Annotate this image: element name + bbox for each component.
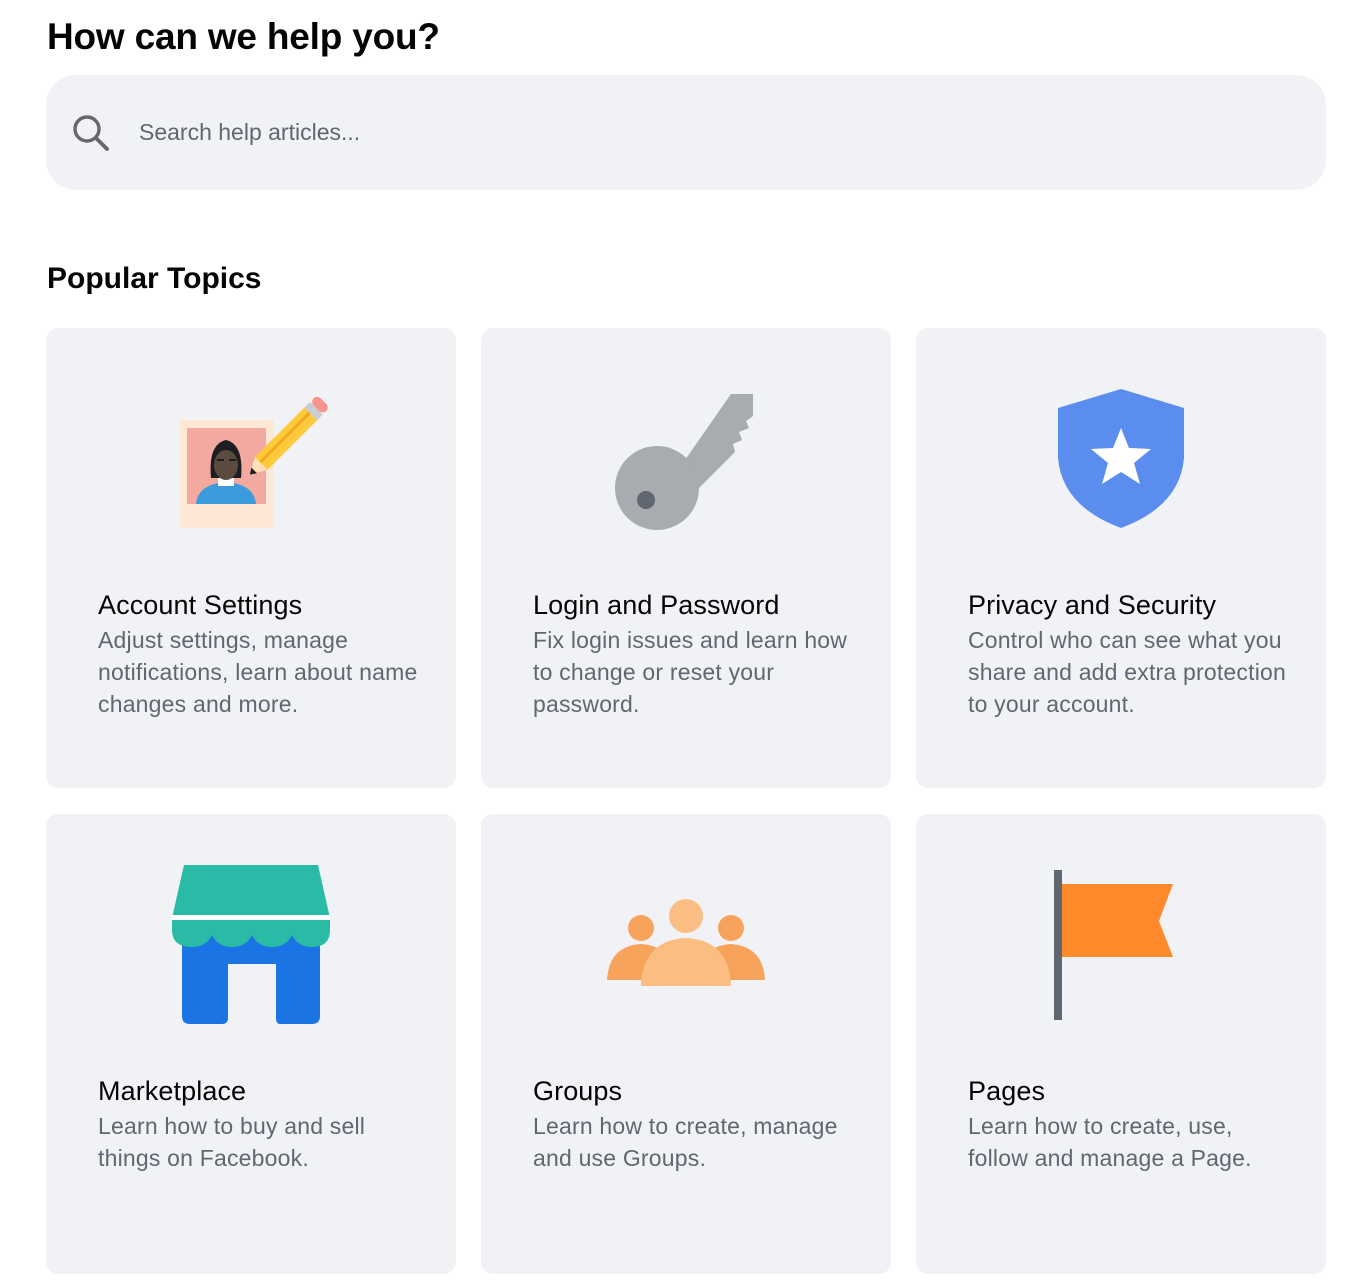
topic-card-account-settings[interactable]: Account Settings Adjust settings, manage…: [46, 328, 456, 788]
topic-card-title: Privacy and Security: [968, 590, 1217, 620]
topic-card-title: Login and Password: [533, 590, 780, 620]
topic-card-description: Learn how to create, use, follow and man…: [968, 1113, 1252, 1171]
topic-card-description: Control who can see what you share and a…: [968, 627, 1286, 717]
search-input[interactable]: [139, 102, 1326, 163]
topic-card-pages[interactable]: Pages Learn how to create, use, follow a…: [916, 814, 1326, 1274]
page-title: How can we help you?: [47, 16, 440, 57]
topic-card-login-password[interactable]: Login and Password Fix login issues and …: [481, 328, 891, 788]
topic-card-title: Groups: [533, 1076, 623, 1106]
search-bar[interactable]: [46, 75, 1326, 190]
flag-icon: [1054, 870, 1173, 1020]
help-center-page: How can we help you? Popular Topics: [0, 0, 1366, 1280]
search-icon: [70, 112, 112, 154]
topic-card-title: Pages: [968, 1076, 1046, 1106]
topic-card-description: Learn how to create, manage and use Grou…: [533, 1113, 838, 1171]
topic-card-groups[interactable]: Groups Learn how to create, manage and u…: [481, 814, 891, 1274]
topic-card-description: Adjust settings, manage notifications, l…: [98, 627, 418, 717]
storefront-icon: [172, 865, 330, 1024]
profile-photo-pencil-icon: [180, 396, 328, 528]
topic-card-description: Learn how to buy and sell things on Face…: [98, 1113, 366, 1171]
shield-star-icon: [1058, 389, 1184, 528]
topic-card-title: Marketplace: [98, 1076, 247, 1106]
topic-card-title: Account Settings: [98, 590, 303, 620]
topic-card-privacy-security[interactable]: Privacy and Security Control who can see…: [916, 328, 1326, 788]
key-icon: [615, 394, 753, 530]
topic-card-marketplace[interactable]: Marketplace Learn how to buy and sell th…: [46, 814, 456, 1274]
topic-card-description: Fix login issues and learn how to change…: [533, 627, 848, 717]
section-title-popular-topics: Popular Topics: [47, 262, 262, 295]
people-group-icon: [607, 899, 765, 986]
